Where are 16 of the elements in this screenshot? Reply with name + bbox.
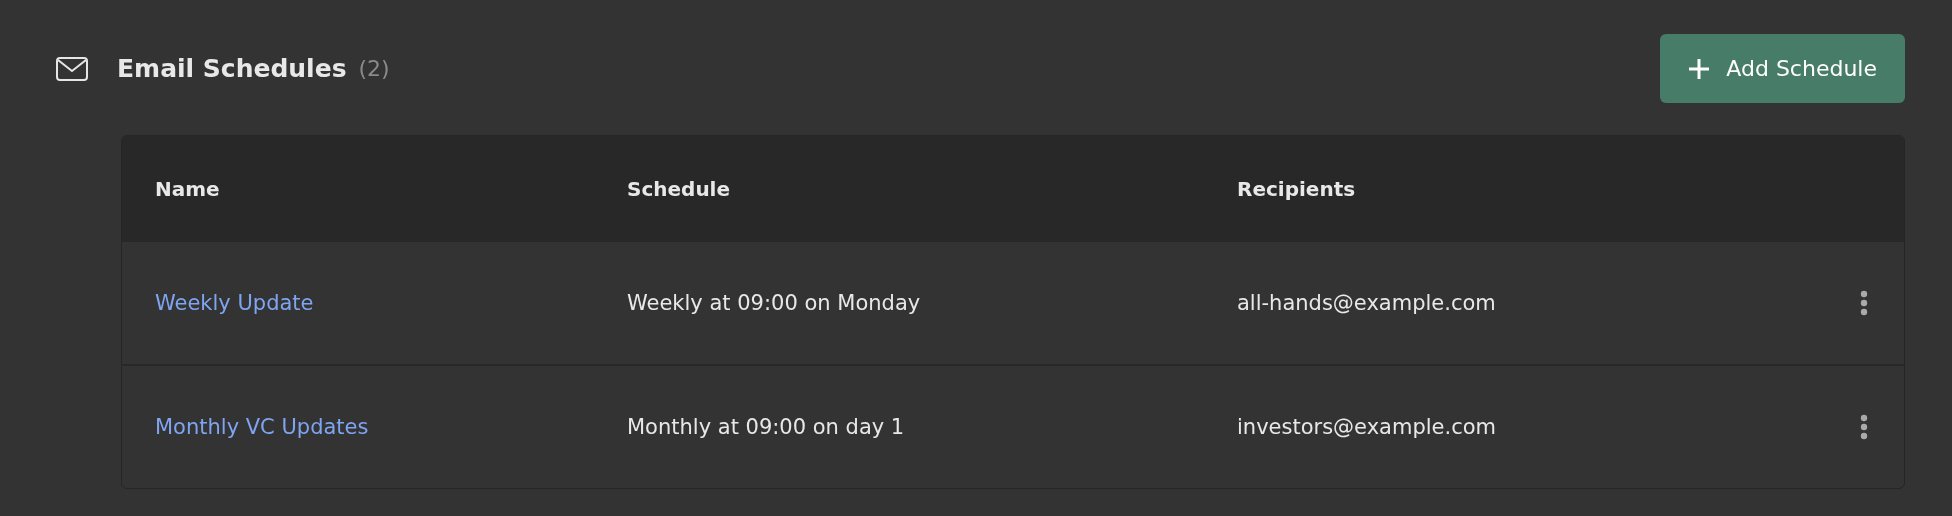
column-header: Recipients [1237, 177, 1356, 201]
add-schedule-button[interactable]: Add Schedule [1660, 34, 1905, 103]
schedule-cell: Monthly at 09:00 on day 1 [627, 415, 905, 439]
envelope-icon [56, 56, 88, 81]
more-options-icon[interactable] [1860, 414, 1868, 440]
column-header: Schedule [627, 177, 731, 201]
column-header: Name [155, 177, 220, 201]
schedule-cell: Weekly at 09:00 on Monday [627, 291, 921, 315]
recipients-cell: all-hands@example.com [1237, 291, 1496, 315]
plus-icon [1688, 57, 1711, 80]
schedule-name-link[interactable]: Monthly VC Updates [155, 415, 369, 439]
schedule-name-link[interactable]: Weekly Update [155, 291, 314, 315]
recipients-cell: investors@example.com [1237, 415, 1496, 439]
schedule-count: (2) [358, 56, 390, 81]
more-options-icon[interactable] [1860, 290, 1868, 316]
section-title: Email Schedules [117, 54, 347, 83]
